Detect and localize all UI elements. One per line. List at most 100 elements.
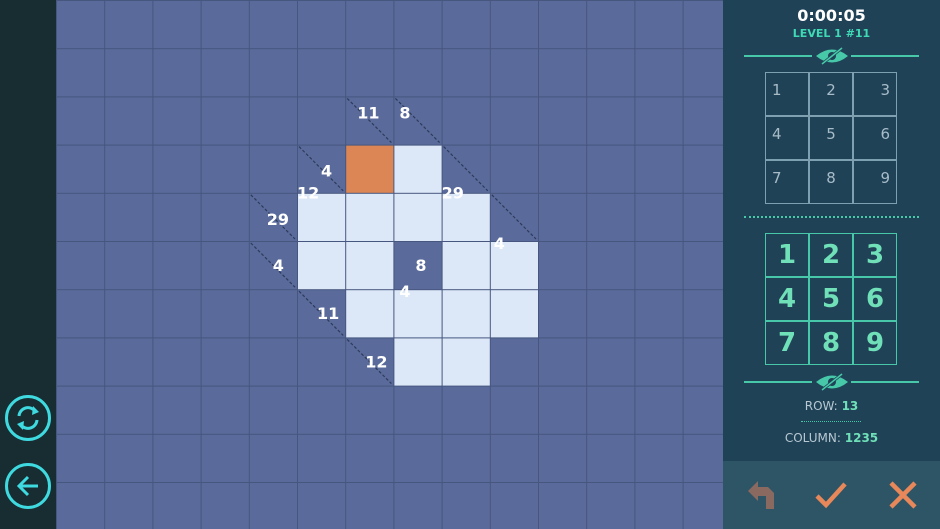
board-cell[interactable] xyxy=(249,97,297,145)
board-cell[interactable] xyxy=(201,193,249,241)
board-cell[interactable] xyxy=(105,386,153,434)
board-cell[interactable] xyxy=(683,97,723,145)
eye-slash-icon[interactable] xyxy=(814,47,850,65)
board-cell[interactable] xyxy=(587,193,635,241)
reference-cell-4[interactable]: 4 xyxy=(765,116,809,160)
board-cell[interactable] xyxy=(490,386,538,434)
clear-button[interactable] xyxy=(883,475,923,515)
board-cell[interactable] xyxy=(105,483,153,529)
board-cell[interactable] xyxy=(298,97,346,145)
board-cell[interactable] xyxy=(635,49,683,97)
board-cell[interactable] xyxy=(539,1,587,49)
board-cell[interactable] xyxy=(635,290,683,338)
board-cell[interactable] xyxy=(539,290,587,338)
board-cell[interactable] xyxy=(587,1,635,49)
reference-cell-3[interactable]: 3 xyxy=(853,72,897,116)
reference-cell-2[interactable]: 2 xyxy=(809,72,853,116)
number-button-8[interactable]: 8 xyxy=(809,321,853,365)
board-cell[interactable] xyxy=(249,434,297,482)
board-cell[interactable] xyxy=(298,483,346,529)
board-cell[interactable] xyxy=(490,434,538,482)
number-button-4[interactable]: 4 xyxy=(765,277,809,321)
reference-cell-7[interactable]: 7 xyxy=(765,160,809,204)
board-cell[interactable] xyxy=(442,434,490,482)
board-cell[interactable] xyxy=(298,49,346,97)
open-cell[interactable] xyxy=(394,338,442,386)
board-cell[interactable] xyxy=(490,49,538,97)
board-cell[interactable] xyxy=(57,386,105,434)
board-cell[interactable] xyxy=(57,49,105,97)
board-cell[interactable] xyxy=(57,338,105,386)
board-cell[interactable] xyxy=(298,386,346,434)
board-cell[interactable] xyxy=(105,145,153,193)
reference-cell-9[interactable]: 9 xyxy=(853,160,897,204)
board-cell[interactable] xyxy=(346,434,394,482)
number-button-1[interactable]: 1 xyxy=(765,233,809,277)
board-cell[interactable] xyxy=(153,386,201,434)
board-cell[interactable] xyxy=(105,338,153,386)
board-cell[interactable] xyxy=(249,483,297,529)
board-cell[interactable] xyxy=(394,386,442,434)
board-cell[interactable] xyxy=(587,483,635,529)
back-button[interactable] xyxy=(5,463,51,509)
board-cell[interactable] xyxy=(539,483,587,529)
board-cell[interactable] xyxy=(683,386,723,434)
board-cell[interactable] xyxy=(249,290,297,338)
board-cell[interactable] xyxy=(105,1,153,49)
board-cell[interactable] xyxy=(587,97,635,145)
board-cell[interactable] xyxy=(394,1,442,49)
board-cell[interactable] xyxy=(635,193,683,241)
board-cell[interactable] xyxy=(346,1,394,49)
board-cell[interactable] xyxy=(298,1,346,49)
board-cell[interactable] xyxy=(490,145,538,193)
board-cell[interactable] xyxy=(201,434,249,482)
board-cell[interactable] xyxy=(57,483,105,529)
board-cell[interactable] xyxy=(153,193,201,241)
number-button-6[interactable]: 6 xyxy=(853,277,897,321)
open-cell[interactable] xyxy=(346,193,394,241)
board-cell[interactable] xyxy=(153,242,201,290)
open-cell[interactable] xyxy=(490,290,538,338)
board-cell[interactable] xyxy=(394,483,442,529)
board-cell[interactable] xyxy=(153,97,201,145)
board-cell[interactable] xyxy=(57,1,105,49)
open-cell[interactable] xyxy=(394,145,442,193)
reference-cell-6[interactable]: 6 xyxy=(853,116,897,160)
board-cell[interactable] xyxy=(57,290,105,338)
board-cell[interactable] xyxy=(249,338,297,386)
board-cell[interactable] xyxy=(539,193,587,241)
board-cell[interactable] xyxy=(201,290,249,338)
board-cell[interactable] xyxy=(539,434,587,482)
board-cell[interactable] xyxy=(490,1,538,49)
board-cell[interactable] xyxy=(539,386,587,434)
board-cell[interactable] xyxy=(683,483,723,529)
number-button-9[interactable]: 9 xyxy=(853,321,897,365)
board-cell[interactable] xyxy=(490,97,538,145)
board-cell[interactable] xyxy=(346,483,394,529)
board-cell[interactable] xyxy=(153,483,201,529)
board-cell[interactable] xyxy=(298,338,346,386)
board-cell[interactable] xyxy=(57,434,105,482)
board-cell[interactable] xyxy=(442,483,490,529)
board-cell[interactable] xyxy=(105,242,153,290)
board-cell[interactable] xyxy=(201,1,249,49)
confirm-button[interactable] xyxy=(811,475,851,515)
board-cell[interactable] xyxy=(683,145,723,193)
number-button-5[interactable]: 5 xyxy=(809,277,853,321)
number-button-7[interactable]: 7 xyxy=(765,321,809,365)
board-cell[interactable] xyxy=(57,145,105,193)
board-cell[interactable] xyxy=(635,386,683,434)
board-cell[interactable] xyxy=(153,290,201,338)
reference-cell-8[interactable]: 8 xyxy=(809,160,853,204)
board-cell[interactable] xyxy=(587,290,635,338)
board-cell[interactable] xyxy=(587,145,635,193)
board-cell[interactable] xyxy=(153,434,201,482)
board-cell[interactable] xyxy=(490,338,538,386)
board-cell[interactable] xyxy=(201,386,249,434)
board-cell[interactable] xyxy=(249,145,297,193)
board-cell[interactable] xyxy=(442,49,490,97)
undo-button[interactable] xyxy=(741,475,781,515)
open-cell[interactable] xyxy=(346,242,394,290)
board-cell[interactable] xyxy=(201,242,249,290)
open-cell[interactable] xyxy=(442,290,490,338)
